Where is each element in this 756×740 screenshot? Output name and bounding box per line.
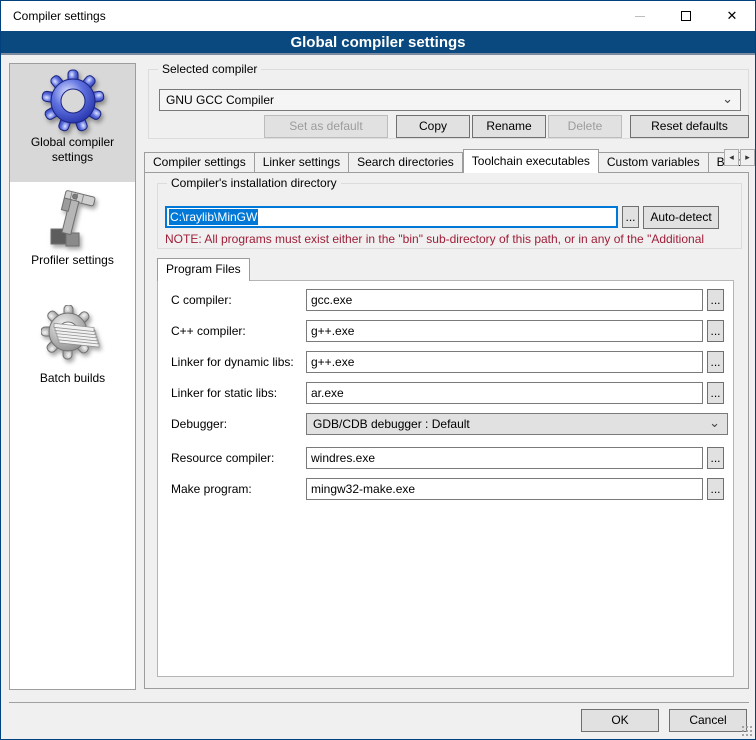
tab-custom-variables[interactable]: Custom variables	[599, 152, 709, 173]
linker-dynamic-label: Linker for dynamic libs:	[171, 351, 303, 373]
compiler-select[interactable]: GNU GCC Compiler ⌄	[159, 89, 741, 111]
debugger-select[interactable]: GDB/CDB debugger : Default ⌄	[306, 413, 728, 435]
make-program-input[interactable]: mingw32-make.exe	[306, 478, 703, 500]
resize-grip[interactable]	[741, 725, 753, 737]
ok-button[interactable]: OK	[581, 709, 659, 732]
maximize-button[interactable]	[663, 1, 709, 31]
page-title: Global compiler settings	[1, 31, 755, 55]
selected-compiler-legend: Selected compiler	[158, 62, 261, 76]
install-dir-browse-button[interactable]: ...	[622, 206, 639, 228]
make-program-browse-button[interactable]: ...	[707, 478, 724, 500]
minimize-icon	[635, 16, 645, 17]
linker-static-label: Linker for static libs:	[171, 382, 303, 404]
resource-compiler-browse-button[interactable]: ...	[707, 447, 724, 469]
install-dir-note: NOTE: All programs must exist either in …	[165, 232, 739, 247]
tab-scroll-buttons: ◂ ▸	[723, 149, 755, 166]
rename-button[interactable]: Rename	[472, 115, 546, 138]
cpp-compiler-input[interactable]: g++.exe	[306, 320, 703, 342]
titlebar: Compiler settings ✕	[1, 1, 755, 31]
sidebar-item-label: Global compiler settings	[10, 133, 135, 165]
sidebar-item-batch-builds[interactable]: Batch builds	[10, 300, 135, 418]
c-compiler-input[interactable]: gcc.exe	[306, 289, 703, 311]
minimize-button[interactable]	[617, 1, 663, 31]
install-dir-input[interactable]: C:\raylib\MinGW	[165, 206, 618, 228]
auto-detect-button[interactable]: Auto-detect	[643, 206, 719, 229]
maximize-icon	[681, 11, 691, 21]
caliper-icon	[41, 187, 105, 251]
compiler-select-value: GNU GCC Compiler	[166, 93, 274, 107]
tab-compiler-settings[interactable]: Compiler settings	[144, 152, 255, 173]
window-controls: ✕	[617, 1, 755, 31]
close-icon: ✕	[727, 11, 738, 21]
sidebar: Global compiler settings	[9, 63, 136, 690]
reset-defaults-button[interactable]: Reset defaults	[630, 115, 749, 138]
resource-compiler-input[interactable]: windres.exe	[306, 447, 703, 469]
gray-gear-stack-icon	[41, 305, 105, 369]
tab-linker-settings[interactable]: Linker settings	[255, 152, 349, 173]
sidebar-item-profiler-settings[interactable]: Profiler settings	[10, 182, 135, 300]
window-title: Compiler settings	[13, 9, 106, 23]
settings-tabs: Compiler settings Linker settings Search…	[144, 148, 749, 173]
close-button[interactable]: ✕	[709, 1, 755, 31]
linker-static-input[interactable]: ar.exe	[306, 382, 703, 404]
chevron-down-icon: ⌄	[722, 90, 733, 108]
resource-compiler-label: Resource compiler:	[171, 447, 303, 469]
linker-dynamic-input[interactable]: g++.exe	[306, 351, 703, 373]
tab-scroll-left-icon[interactable]: ◂	[724, 149, 739, 166]
make-program-label: Make program:	[171, 478, 303, 500]
install-dir-value: C:\raylib\MinGW	[169, 209, 258, 225]
debugger-select-value: GDB/CDB debugger : Default	[313, 417, 470, 431]
linker-dynamic-browse-button[interactable]: ...	[707, 351, 724, 373]
c-compiler-browse-button[interactable]: ...	[707, 289, 724, 311]
tab-scroll-right-icon[interactable]: ▸	[740, 149, 755, 166]
cpp-compiler-browse-button[interactable]: ...	[707, 320, 724, 342]
sidebar-item-label: Profiler settings	[10, 251, 135, 268]
sidebar-item-label: Batch builds	[10, 369, 135, 386]
cpp-compiler-label: C++ compiler:	[171, 320, 303, 342]
install-dir-legend: Compiler's installation directory	[167, 176, 341, 190]
set-as-default-button[interactable]: Set as default	[264, 115, 388, 138]
subtab-program-files[interactable]: Program Files	[157, 258, 250, 281]
chevron-down-icon: ⌄	[709, 414, 720, 432]
copy-button[interactable]: Copy	[396, 115, 470, 138]
footer-separator	[9, 702, 749, 703]
linker-static-browse-button[interactable]: ...	[707, 382, 724, 404]
debugger-label: Debugger:	[171, 413, 303, 435]
blue-gear-icon	[41, 69, 105, 133]
compiler-settings-dialog: Compiler settings ✕ Global compiler sett…	[0, 0, 756, 740]
c-compiler-label: C compiler:	[171, 289, 303, 311]
tab-search-directories[interactable]: Search directories	[349, 152, 463, 173]
delete-button[interactable]: Delete	[548, 115, 622, 138]
cancel-button[interactable]: Cancel	[669, 709, 747, 732]
tab-toolchain-executables[interactable]: Toolchain executables	[463, 149, 599, 173]
sidebar-item-global-compiler-settings[interactable]: Global compiler settings	[10, 64, 135, 182]
